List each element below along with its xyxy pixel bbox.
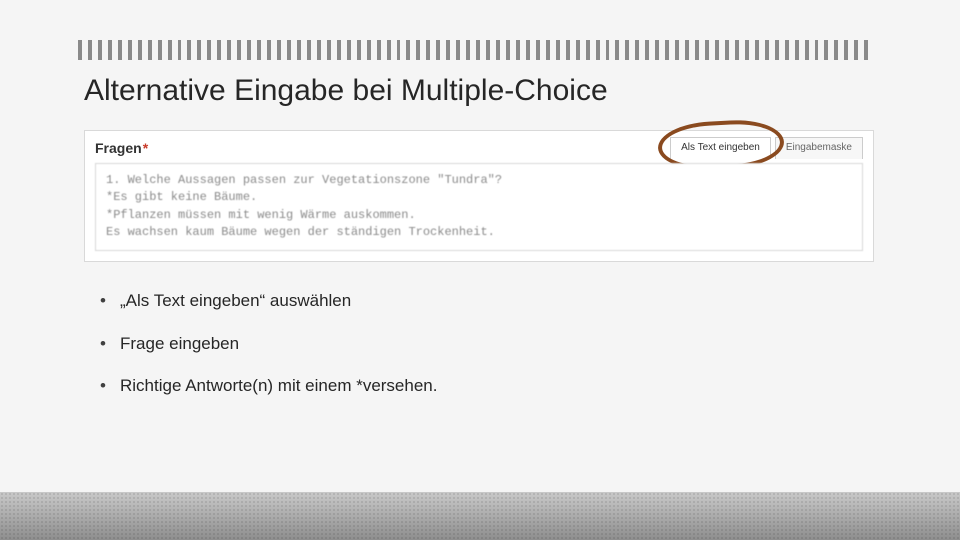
tab-als-text-eingeben[interactable]: Als Text eingeben: [670, 137, 771, 159]
list-item: Frage eingeben: [100, 333, 874, 356]
form-header: Fragen* Als Text eingeben Eingabemaske: [95, 137, 863, 159]
required-asterisk: *: [143, 140, 148, 156]
tab-eingabemaske[interactable]: Eingabemaske: [775, 137, 863, 159]
form-screenshot: Fragen* Als Text eingeben Eingabemaske 1…: [84, 130, 874, 262]
slide-title: Alternative Eingabe bei Multiple-Choice: [84, 74, 874, 108]
questions-textarea[interactable]: 1. Welche Aussagen passen zur Vegetation…: [95, 163, 863, 251]
decorative-top-border: [78, 34, 874, 60]
list-item: „Als Text eingeben“ auswählen: [100, 290, 874, 313]
list-item: Richtige Antworte(n) mit einem *versehen…: [100, 375, 874, 398]
instruction-list: „Als Text eingeben“ auswählen Frage eing…: [100, 290, 874, 399]
field-label: Fragen*: [95, 140, 148, 156]
field-label-text: Fragen: [95, 140, 142, 156]
footer-texture: [0, 492, 960, 540]
tab-bar: Als Text eingeben Eingabemaske: [670, 137, 863, 159]
slide-content: Alternative Eingabe bei Multiple-Choice …: [78, 60, 874, 418]
